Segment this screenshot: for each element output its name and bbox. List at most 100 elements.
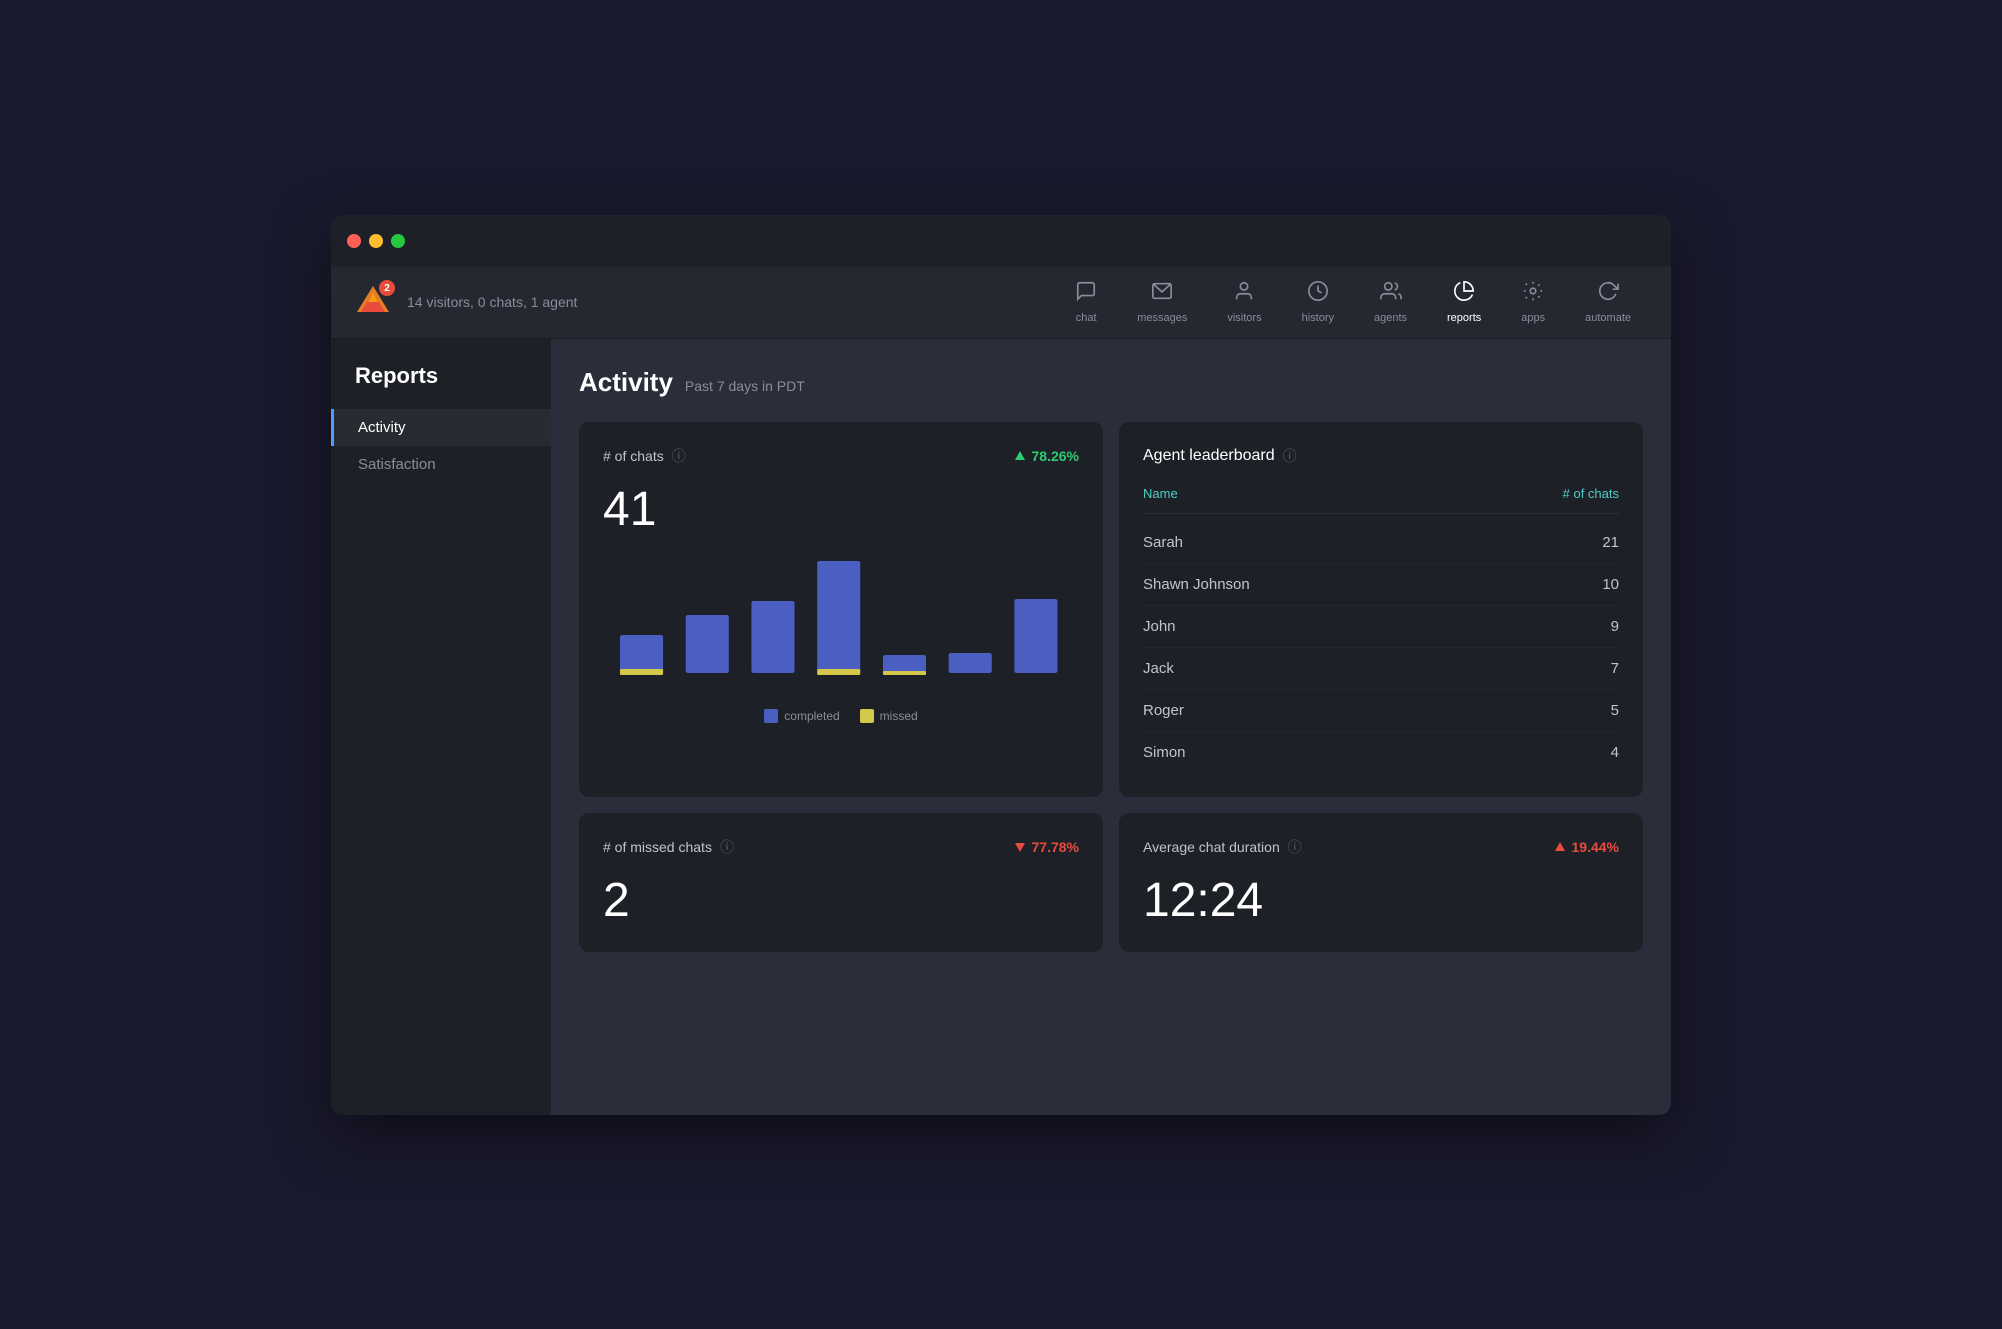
page-subtitle: Past 7 days in PDT: [685, 378, 805, 394]
agent-row-2: John 9: [1143, 606, 1619, 648]
traffic-lights: [347, 234, 405, 248]
avg-duration-header: Average chat duration ⓘ 19.44%: [1143, 837, 1619, 857]
chats-trend: 78.26%: [1014, 448, 1079, 464]
nav-item-reports[interactable]: reports: [1431, 272, 1497, 332]
leaderboard-rows: Sarah 21 Shawn Johnson 10 John 9 Jack: [1143, 522, 1619, 773]
chats-value: 41: [603, 482, 1079, 537]
avg-trend: 19.44%: [1554, 839, 1619, 855]
agent-name-4: Roger: [1143, 702, 1184, 719]
leaderboard-card: Agent leaderboard ⓘ Name # of chats Sara…: [1119, 422, 1643, 797]
missed-trend: 77.78%: [1014, 839, 1079, 855]
nav-item-apps[interactable]: apps: [1505, 272, 1561, 332]
col-chats-label: # of chats: [1563, 486, 1619, 501]
agents-icon: [1380, 280, 1402, 308]
notification-badge: 2: [379, 280, 395, 296]
agent-chats-0: 21: [1602, 534, 1619, 551]
visitors-icon: [1233, 280, 1255, 308]
chat-icon: [1075, 280, 1097, 308]
main-nav: chat messages: [1059, 272, 1647, 332]
agent-name-1: Shawn Johnson: [1143, 576, 1250, 593]
minimize-button[interactable]: [369, 234, 383, 248]
nav-item-history[interactable]: history: [1286, 272, 1350, 332]
chats-card: # of chats ⓘ 78.26% 41: [579, 422, 1103, 797]
agent-chats-2: 9: [1611, 618, 1619, 635]
missed-color: [860, 709, 874, 723]
chats-title: # of chats: [603, 448, 664, 464]
leaderboard-columns: Name # of chats: [1143, 486, 1619, 514]
chart-legend: completed missed: [603, 709, 1079, 723]
avg-info-icon[interactable]: ⓘ: [1288, 837, 1302, 857]
sidebar-title: Reports: [331, 363, 551, 409]
missed-info-icon[interactable]: ⓘ: [720, 837, 734, 857]
reports-label: reports: [1447, 312, 1481, 324]
agent-chats-4: 5: [1611, 702, 1619, 719]
sidebar-item-satisfaction[interactable]: Satisfaction: [331, 446, 551, 483]
chat-label: chat: [1076, 312, 1097, 324]
missed-title-area: # of missed chats ⓘ: [603, 837, 734, 857]
leaderboard-header: Agent leaderboard ⓘ: [1143, 446, 1619, 466]
avg-value: 12:24: [1143, 873, 1619, 928]
app-logo: 2: [355, 284, 391, 320]
agent-row-5: Simon 4: [1143, 732, 1619, 773]
avg-duration-card: Average chat duration ⓘ 19.44% 12:24: [1119, 813, 1643, 952]
chats-info-icon[interactable]: ⓘ: [672, 446, 686, 466]
chats-card-header: # of chats ⓘ 78.26%: [603, 446, 1079, 466]
history-icon: [1307, 280, 1329, 308]
nav-item-messages[interactable]: messages: [1121, 272, 1203, 332]
automate-icon: [1597, 280, 1619, 308]
cards-grid: # of chats ⓘ 78.26% 41: [579, 422, 1643, 952]
maximize-button[interactable]: [391, 234, 405, 248]
main-content: Activity Past 7 days in PDT # of chats ⓘ: [551, 339, 1671, 1115]
agent-row-1: Shawn Johnson 10: [1143, 564, 1619, 606]
agent-row-3: Jack 7: [1143, 648, 1619, 690]
agents-label: agents: [1374, 312, 1407, 324]
header-status: 14 visitors, 0 chats, 1 agent: [407, 294, 577, 310]
legend-missed: missed: [860, 709, 918, 723]
messages-icon: [1151, 280, 1173, 308]
trend-down-icon: [1014, 841, 1026, 853]
close-button[interactable]: [347, 234, 361, 248]
trend-up-icon: [1014, 450, 1026, 462]
logo-area: 2 14 visitors, 0 chats, 1 agent: [355, 284, 577, 320]
page-title: Activity: [579, 367, 673, 398]
agent-name-0: Sarah: [1143, 534, 1183, 551]
nav-item-automate[interactable]: automate: [1569, 272, 1647, 332]
completed-color: [764, 709, 778, 723]
leaderboard-title: Agent leaderboard: [1143, 447, 1275, 465]
avg-title-area: Average chat duration ⓘ: [1143, 837, 1302, 857]
app-window: 2 14 visitors, 0 chats, 1 agent chat: [331, 215, 1671, 1115]
avg-trend-icon: [1554, 841, 1566, 853]
bar-chart: Jul 5 Jul 6 Jul 7 Jul 8 Jul 9 Jul 10 Jul…: [603, 553, 1079, 693]
sidebar-item-activity[interactable]: Activity: [331, 409, 551, 446]
missed-chats-header: # of missed chats ⓘ 77.78%: [603, 837, 1079, 857]
col-name-label: Name: [1143, 486, 1178, 501]
nav-item-chat[interactable]: chat: [1059, 272, 1113, 332]
missed-chats-card: # of missed chats ⓘ 77.78% 2: [579, 813, 1103, 952]
avg-title: Average chat duration: [1143, 839, 1280, 855]
nav-item-visitors[interactable]: visitors: [1211, 272, 1277, 332]
missed-title: # of missed chats: [603, 839, 712, 855]
agent-name-3: Jack: [1143, 660, 1174, 677]
legend-completed: completed: [764, 709, 839, 723]
page-header: Activity Past 7 days in PDT: [579, 367, 1643, 398]
messages-label: messages: [1137, 312, 1187, 324]
apps-icon: [1522, 280, 1544, 308]
agent-chats-1: 10: [1602, 576, 1619, 593]
visitors-label: visitors: [1227, 312, 1261, 324]
agent-name-5: Simon: [1143, 744, 1186, 761]
agent-row-0: Sarah 21: [1143, 522, 1619, 564]
content-area: Reports Activity Satisfaction Activity P…: [331, 339, 1671, 1115]
nav-item-agents[interactable]: agents: [1358, 272, 1423, 332]
missed-value: 2: [603, 873, 1079, 928]
automate-label: automate: [1585, 312, 1631, 324]
sidebar: Reports Activity Satisfaction: [331, 339, 551, 1115]
header: 2 14 visitors, 0 chats, 1 agent chat: [331, 267, 1671, 339]
agent-name-2: John: [1143, 618, 1176, 635]
agent-chats-5: 4: [1611, 744, 1619, 761]
reports-icon: [1453, 280, 1475, 308]
agent-chats-3: 7: [1611, 660, 1619, 677]
agent-row-4: Roger 5: [1143, 690, 1619, 732]
apps-label: apps: [1521, 312, 1545, 324]
titlebar: [331, 215, 1671, 267]
leaderboard-info-icon[interactable]: ⓘ: [1283, 446, 1297, 466]
